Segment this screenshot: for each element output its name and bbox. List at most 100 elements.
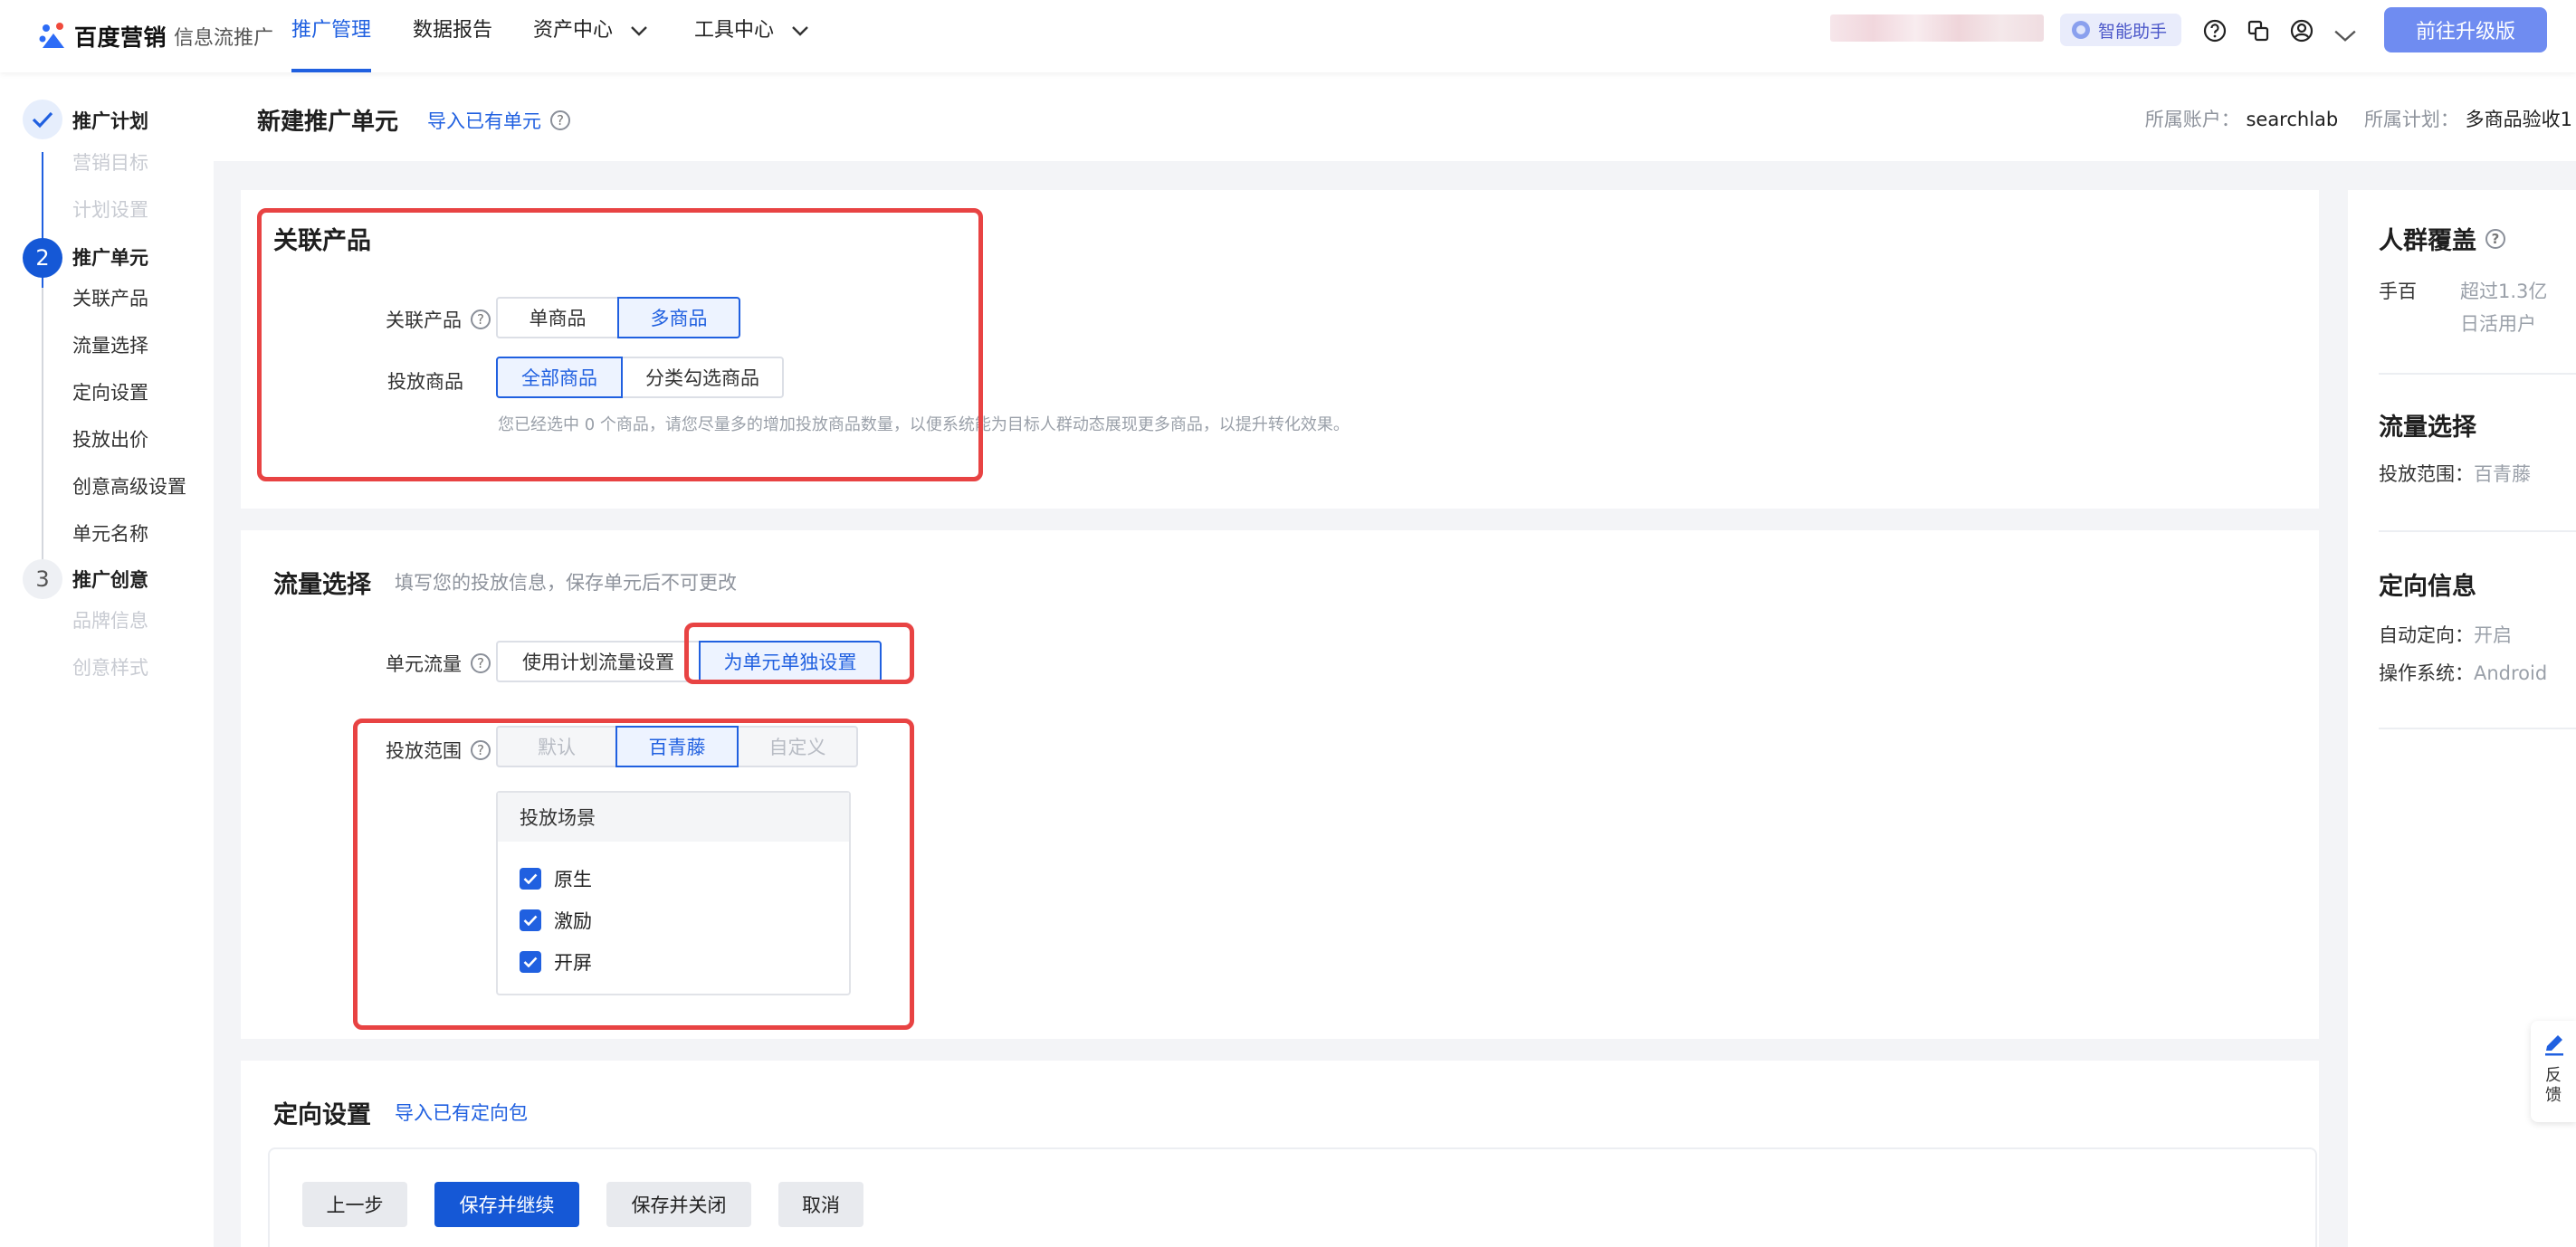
scope-baiqingteng-option[interactable]: 百青藤 xyxy=(615,726,739,767)
checkbox-checked-icon xyxy=(520,951,541,973)
audience-value-line1: 超过1.3亿 xyxy=(2460,281,2548,302)
step-item-marketing-goal[interactable]: 营销目标 xyxy=(72,148,148,176)
save-close-button[interactable]: 保存并关闭 xyxy=(606,1182,751,1227)
os-value: Android xyxy=(2474,662,2548,684)
edit-pen-icon xyxy=(2545,1035,2563,1056)
save-continue-button[interactable]: 保存并继续 xyxy=(434,1182,579,1227)
chevron-down-icon[interactable] xyxy=(2333,24,2357,48)
feedback-label-line: 馈 xyxy=(2545,1086,2562,1105)
step-2-title[interactable]: 推广单元 xyxy=(72,243,148,271)
step-3-number: 3 xyxy=(23,559,62,599)
plan-label: 所属计划： xyxy=(2363,109,2459,130)
nav-promotion-management[interactable]: 推广管理 xyxy=(291,0,372,72)
import-targeting-link[interactable]: 导入已有定向包 xyxy=(395,1099,528,1126)
single-product-option[interactable]: 单商品 xyxy=(496,297,619,338)
step-item-creative-style[interactable]: 创意样式 xyxy=(72,653,148,681)
page-header: 新建推广单元 导入已有单元 ? 所属账户： searchlab 所属计划： 多商… xyxy=(214,72,2576,161)
product-type-selector: 单商品 多商品 xyxy=(496,297,740,338)
checkbox-checked-icon xyxy=(520,868,541,890)
help-icon[interactable]: ? xyxy=(471,309,491,329)
help-icon[interactable]: ? xyxy=(471,653,491,673)
auto-targeting-summary: 自动定向：开启 xyxy=(2379,621,2512,648)
traffic-scope-summary-value: 百青藤 xyxy=(2474,463,2531,485)
all-goods-option[interactable]: 全部商品 xyxy=(496,357,623,398)
help-icon[interactable]: ? xyxy=(471,740,491,760)
product-type-label: 关联产品 ? xyxy=(386,306,491,333)
divider xyxy=(2379,530,2576,532)
cancel-button[interactable]: 取消 xyxy=(778,1182,863,1227)
chevron-down-icon xyxy=(631,26,647,36)
scope-custom-option[interactable]: 自定义 xyxy=(737,726,858,767)
audience-platform: 手百 xyxy=(2379,281,2417,302)
smart-assistant-button[interactable]: 智能助手 xyxy=(2060,14,2181,46)
targeting-summary-title: 定向信息 xyxy=(2379,573,2476,601)
delivery-scope-label: 投放范围 ? xyxy=(386,737,491,764)
divider xyxy=(2379,373,2576,375)
unit-custom-traffic-option[interactable]: 为单元单独设置 xyxy=(699,641,882,682)
audience-coverage-label: 人群覆盖 xyxy=(2379,227,2476,255)
use-plan-traffic-option[interactable]: 使用计划流量设置 xyxy=(496,641,701,682)
bottom-action-bar: 上一步 保存并继续 保存并关闭 取消 xyxy=(268,1147,2317,1247)
help-icon[interactable]: ? xyxy=(2485,228,2505,249)
step-item-bidding[interactable]: 投放出价 xyxy=(72,425,148,452)
brand-logo[interactable]: 百度营销 信息流推广 xyxy=(38,15,273,57)
scene-incentive-checkbox[interactable]: 激励 xyxy=(520,907,592,934)
traffic-selection-title: 流量选择 xyxy=(273,571,371,599)
unit-traffic-label-text: 单元流量 xyxy=(386,653,462,675)
goods-label: 投放商品 xyxy=(387,371,463,393)
copy-icon[interactable] xyxy=(2247,19,2270,43)
audience-coverage-title: 人群覆盖 ? xyxy=(2379,221,2505,256)
step-item-targeting[interactable]: 定向设置 xyxy=(72,378,148,405)
step-item-unit-name[interactable]: 单元名称 xyxy=(72,519,148,547)
help-icon[interactable]: ? xyxy=(550,110,570,130)
step-item-creative-advanced[interactable]: 创意高级设置 xyxy=(72,472,186,500)
user-icon[interactable] xyxy=(2290,19,2314,43)
targeting-title: 定向设置 xyxy=(273,1101,371,1129)
delivery-scene-title: 投放场景 xyxy=(498,793,849,842)
upgrade-button[interactable]: 前往升级版 xyxy=(2384,7,2547,52)
multi-product-option[interactable]: 多商品 xyxy=(617,297,740,338)
auto-targeting-label: 自动定向： xyxy=(2379,624,2474,646)
delivery-scope-selector: 默认 百青藤 自定义 xyxy=(496,726,858,767)
nav-label: 资产中心 xyxy=(533,19,614,42)
step-2-number: 2 xyxy=(23,238,62,278)
delivery-scope-label-text: 投放范围 xyxy=(386,740,462,762)
scene-label: 原生 xyxy=(554,869,592,890)
unit-traffic-label: 单元流量 ? xyxy=(386,650,491,677)
account-value: searchlab xyxy=(2246,109,2339,130)
audience-value-line2: 日活用户 xyxy=(2460,313,2536,335)
related-product-title: 关联产品 xyxy=(273,227,371,255)
step-item-traffic-selection[interactable]: 流量选择 xyxy=(72,331,148,358)
os-summary: 操作系统：Android xyxy=(2379,659,2547,686)
step-1-title[interactable]: 推广计划 xyxy=(72,107,148,134)
step-sidebar: 推广计划 营销目标 计划设置 2 推广单元 关联产品 流量选择 定向设置 投放出… xyxy=(0,72,214,1247)
top-navigation-bar: 百度营销 信息流推广 推广管理 数据报告 资产中心 工具中心 智能助手 前往升级… xyxy=(0,0,2576,72)
scene-native-checkbox[interactable]: 原生 xyxy=(520,865,592,892)
blurred-account-name xyxy=(1830,14,2044,42)
delivery-scene-panel: 投放场景 原生 激励 开屏 xyxy=(496,791,851,995)
traffic-scope-summary: 投放范围：百青藤 xyxy=(2379,460,2531,487)
category-goods-option[interactable]: 分类勾选商品 xyxy=(621,357,784,398)
related-product-card xyxy=(241,190,2319,509)
step-3-title[interactable]: 推广创意 xyxy=(72,566,148,593)
help-circle-icon[interactable] xyxy=(2203,19,2227,43)
nav-data-report[interactable]: 数据报告 xyxy=(413,0,492,72)
nav-label: 数据报告 xyxy=(413,19,493,42)
nav-asset-center[interactable]: 资产中心 xyxy=(533,0,648,72)
nav-label: 工具中心 xyxy=(694,19,775,42)
account-label: 所属账户： xyxy=(2144,109,2240,130)
nav-tool-center[interactable]: 工具中心 xyxy=(694,0,809,72)
scene-splash-checkbox[interactable]: 开屏 xyxy=(520,948,592,976)
product-name: 信息流推广 xyxy=(174,27,274,50)
feedback-widget[interactable]: 反 馈 xyxy=(2531,1021,2576,1122)
step-item-brand-info[interactable]: 品牌信息 xyxy=(72,606,148,633)
scope-default-option[interactable]: 默认 xyxy=(496,726,617,767)
step-item-related-product[interactable]: 关联产品 xyxy=(72,284,148,311)
previous-step-button[interactable]: 上一步 xyxy=(302,1182,407,1227)
checkbox-checked-icon xyxy=(520,909,541,931)
account-info: 所属账户： searchlab 所属计划： 多商品验收1 xyxy=(2145,105,2572,132)
traffic-scope-summary-label: 投放范围： xyxy=(2379,463,2474,485)
step-item-plan-settings[interactable]: 计划设置 xyxy=(72,195,148,223)
import-unit-link[interactable]: 导入已有单元 ? xyxy=(427,107,570,134)
feedback-label-line: 反 xyxy=(2545,1066,2562,1085)
